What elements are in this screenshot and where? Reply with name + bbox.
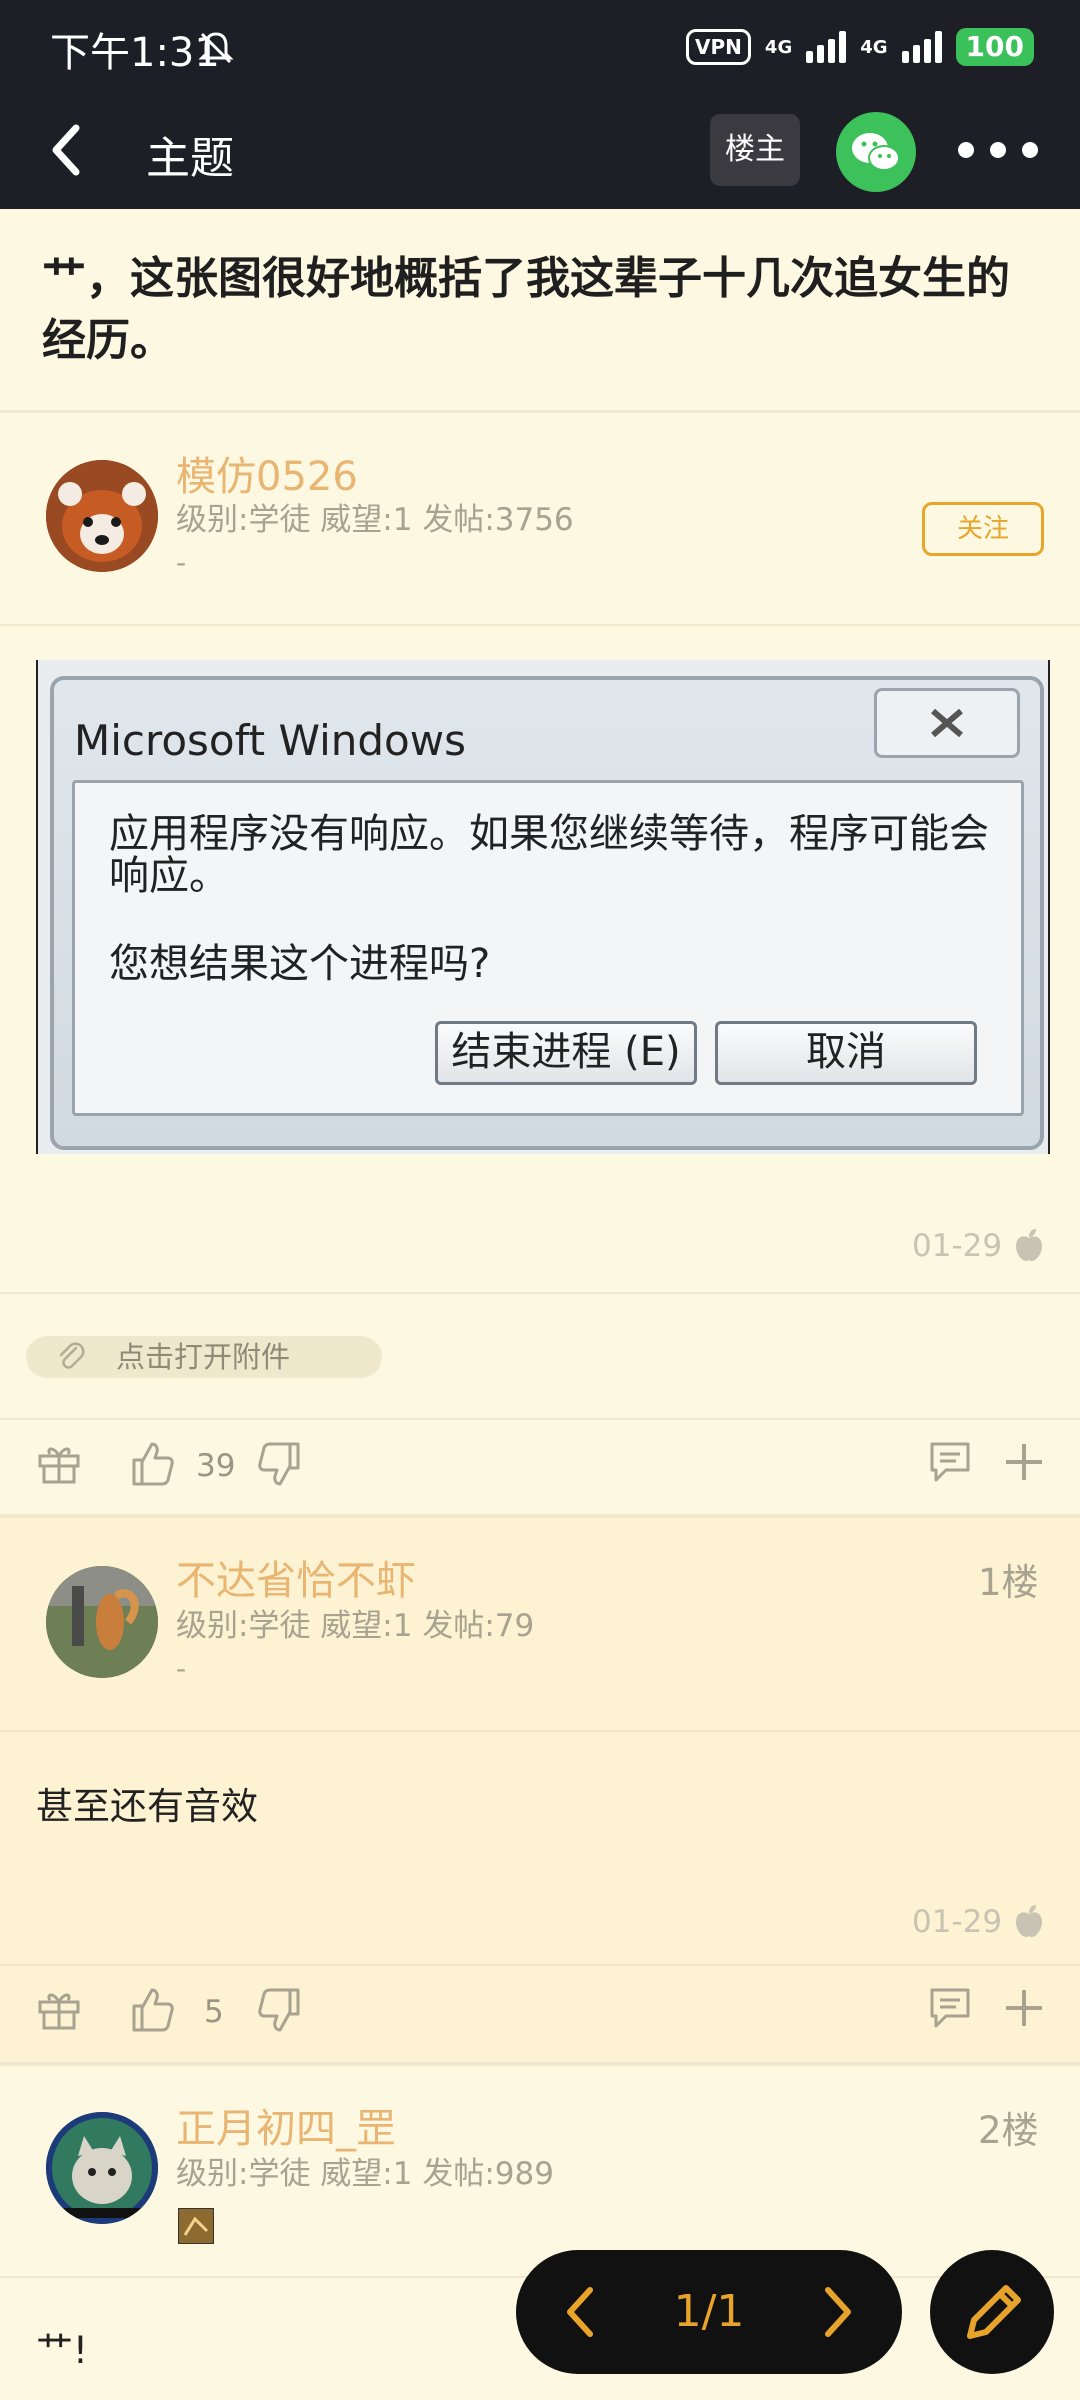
dialog-title: Microsoft Windows: [74, 716, 466, 765]
apple-icon: [1014, 1228, 1044, 1262]
battery-indicator: 100: [955, 28, 1034, 66]
user-meta: 级别:学徒 威望:1 发帖:79: [176, 1608, 535, 1644]
compose-reply-button[interactable]: [930, 2250, 1054, 2374]
status-indicators: VPN 4G 4G 100: [686, 28, 1034, 66]
dialog-question: 您想结果这个进程吗?: [109, 941, 491, 987]
post-action-row: 39: [0, 1440, 1080, 1520]
chevron-left-icon: [52, 124, 80, 176]
floor-number: 2楼: [978, 2109, 1039, 2152]
mute-icon: [196, 30, 236, 66]
apple-icon: [1014, 1904, 1044, 1938]
comment-button[interactable]: [928, 1440, 972, 1484]
pagination-bar: 1/1: [516, 2250, 902, 2374]
reply-text: 甚至还有音效: [36, 1785, 258, 1828]
username[interactable]: 不达省恰不虾: [176, 1548, 416, 1606]
like-count: 39: [196, 1448, 236, 1484]
next-page-button[interactable]: [812, 2284, 862, 2340]
floor-number: 1楼: [978, 1561, 1039, 1604]
vpn-badge: VPN: [686, 29, 751, 65]
page-title: 主题: [146, 133, 234, 184]
dialog-message: 应用程序没有响应。如果您继续等待，程序可能会响应。: [109, 811, 989, 899]
user-meta: 级别:学徒 威望:1 发帖:3756: [176, 502, 574, 538]
only-owner-button[interactable]: 楼主: [710, 114, 800, 186]
plus-icon: [1006, 1444, 1042, 1480]
squirrel-avatar: [46, 1566, 158, 1678]
reply-text: 艹!: [36, 2329, 88, 2372]
divider: [0, 1418, 1080, 1420]
username[interactable]: 正月初四_罡: [176, 2096, 396, 2154]
post-timestamp: 01-29: [912, 1228, 1003, 1264]
gift-button[interactable]: [36, 1986, 82, 2032]
add-button[interactable]: [1004, 1988, 1044, 2028]
chevron-right-icon: [825, 2287, 851, 2337]
cat-avatar: [46, 2112, 158, 2224]
post-image[interactable]: Microsoft Windows 应用程序没有响应。如果您继续等待，程序可能会…: [36, 660, 1050, 1154]
top-bar: 主题 楼主: [0, 92, 1080, 209]
end-process-button: 结束进程 (E): [435, 1021, 697, 1085]
thumbs-up-icon: [132, 1442, 174, 1486]
wechat-share-button[interactable]: [836, 112, 916, 192]
comment-icon: [930, 1988, 970, 2028]
divider: [0, 1292, 1080, 1294]
divider: [0, 1514, 1080, 1518]
user-meta: 级别:学徒 威望:1 发帖:989: [176, 2156, 554, 2192]
gift-icon: [38, 1447, 80, 1484]
divider: [0, 2062, 1080, 2066]
dialog-body: 应用程序没有响应。如果您继续等待，程序可能会响应。 您想结果这个进程吗? 结束进…: [72, 780, 1024, 1116]
gift-icon: [38, 1993, 80, 2030]
plus-icon: [1006, 1990, 1042, 2026]
add-button[interactable]: [1004, 1442, 1044, 1482]
like-button[interactable]: [128, 1440, 176, 1488]
signature-image: [178, 2208, 214, 2244]
red-panda-avatar: [46, 460, 158, 572]
avatar[interactable]: [46, 2112, 158, 2224]
thumbs-down-icon: [258, 1442, 300, 1486]
paperclip-icon: [56, 1342, 86, 1372]
dislike-button[interactable]: [256, 1986, 304, 2034]
thumbs-down-icon: [258, 1988, 300, 2032]
cancel-button: 取消: [715, 1021, 977, 1085]
divider: [0, 1730, 1080, 1732]
status-bar: 下午1:31 VPN 4G 4G 100: [0, 0, 1080, 92]
close-icon: [931, 708, 963, 738]
reply-timestamp: 01-29: [912, 1904, 1003, 1940]
divider: [0, 410, 1080, 413]
more-options-button[interactable]: [958, 132, 1038, 168]
network-type-1: 4G: [764, 36, 793, 58]
signal-icon-1: [806, 31, 847, 63]
like-count: 5: [204, 1994, 224, 2030]
thread-title: 艹，这张图很好地概括了我这辈子十几次追女生的经历。: [42, 253, 1010, 366]
divider: [0, 1964, 1080, 1966]
like-button[interactable]: [128, 1986, 176, 2034]
network-type-2: 4G: [860, 36, 888, 58]
user-signature: -: [176, 1652, 187, 1685]
wechat-icon: [852, 133, 900, 171]
pencil-icon: [967, 2285, 1021, 2339]
back-button[interactable]: [40, 120, 100, 180]
status-time: 下午1:31: [50, 30, 220, 76]
avatar[interactable]: [46, 1566, 158, 1678]
dislike-button[interactable]: [256, 1440, 304, 1488]
user-signature: -: [176, 546, 187, 579]
reply-action-row: 5: [0, 1986, 1080, 2066]
gift-button[interactable]: [36, 1440, 82, 1486]
dialog-frame: Microsoft Windows 应用程序没有响应。如果您继续等待，程序可能会…: [50, 676, 1044, 1150]
dialog-close-button: [874, 688, 1020, 758]
attachment-label: 点击打开附件: [116, 1340, 291, 1374]
comment-icon: [930, 1442, 970, 1482]
follow-button[interactable]: 关注: [922, 502, 1044, 556]
thumbs-up-icon: [132, 1988, 174, 2032]
comment-button[interactable]: [928, 1986, 972, 2030]
attachment-button[interactable]: 点击打开附件: [26, 1336, 382, 1378]
avatar[interactable]: [46, 460, 158, 572]
signal-icon-2: [901, 31, 942, 63]
divider: [0, 624, 1080, 626]
